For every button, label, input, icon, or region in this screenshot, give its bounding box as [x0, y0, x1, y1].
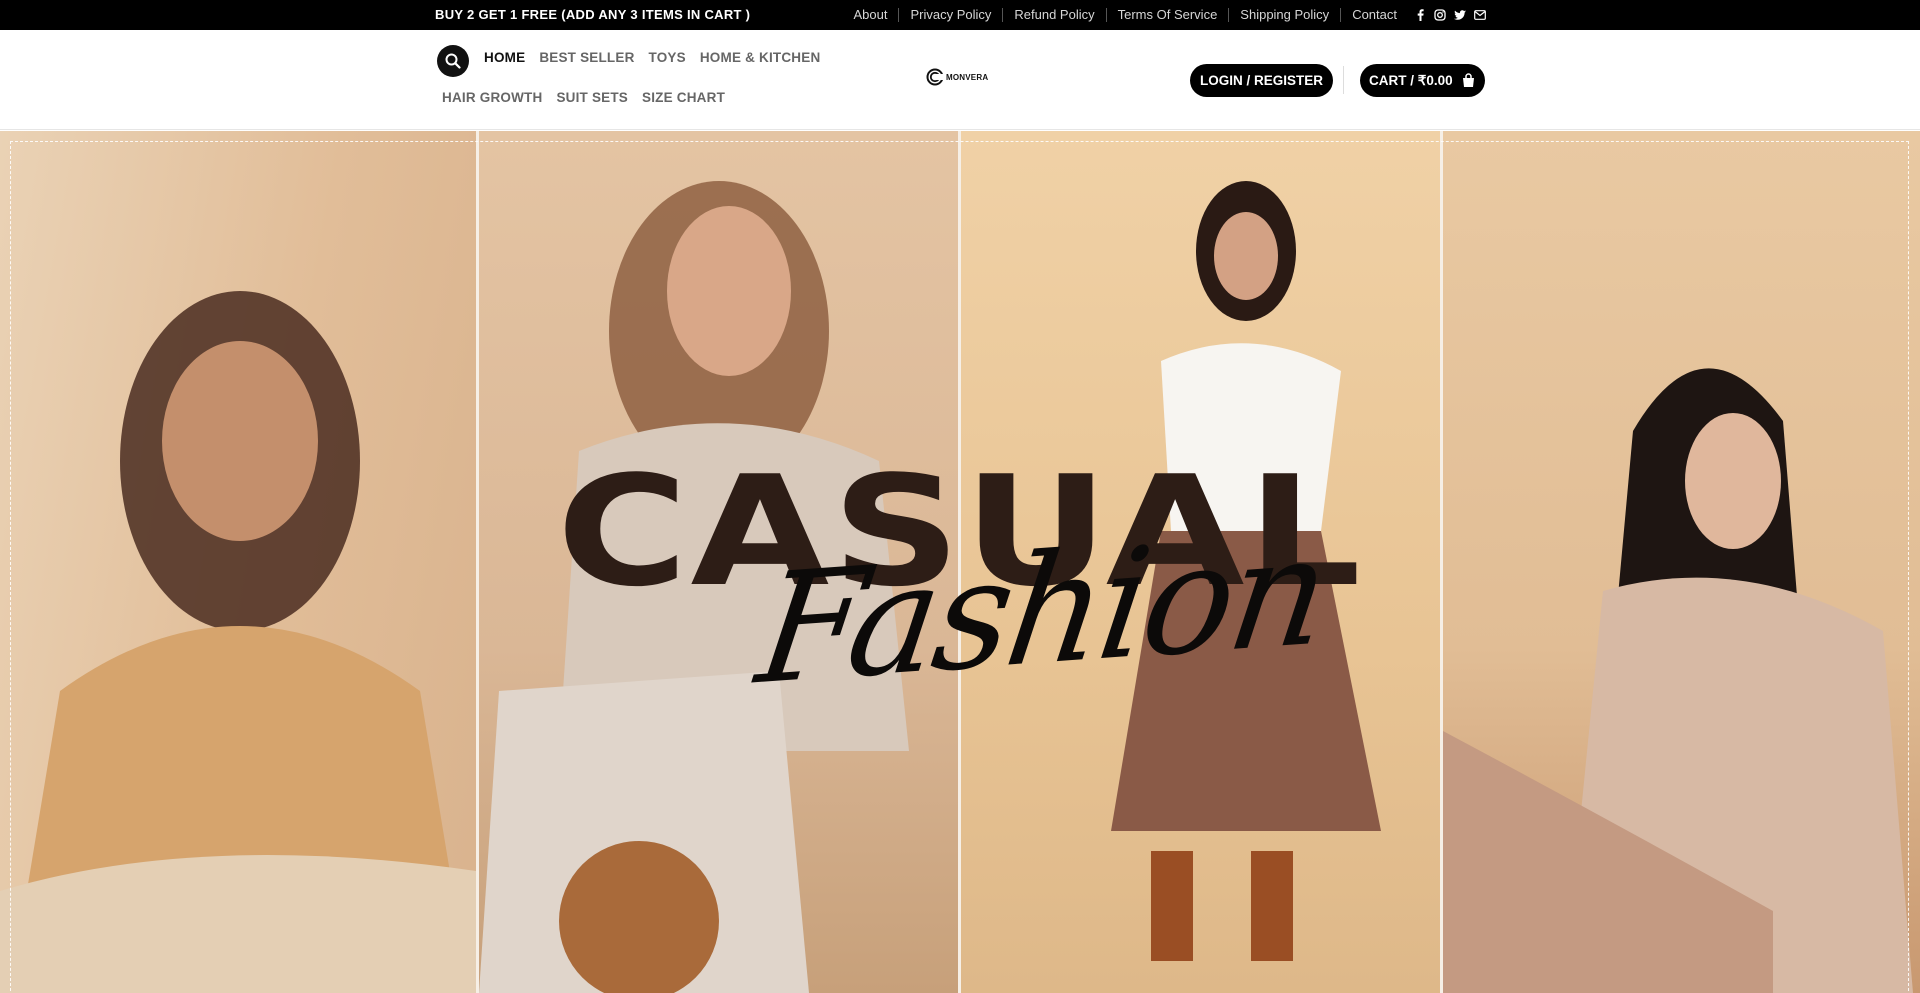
search-icon: [445, 53, 461, 69]
search-button[interactable]: [437, 45, 469, 77]
link-privacy-policy[interactable]: Privacy Policy: [898, 8, 1002, 22]
top-bar: BUY 2 GET 1 FREE (ADD ANY 3 ITEMS IN CAR…: [0, 0, 1920, 30]
main-header: HOME BEST SELLER TOYS HOME & KITCHEN HAI…: [0, 30, 1920, 130]
nav-item-home[interactable]: HOME: [484, 50, 525, 65]
nav-item-toys[interactable]: TOYS: [649, 50, 686, 65]
nav-item-size-chart[interactable]: SIZE CHART: [642, 90, 725, 105]
nav-item-suit-sets[interactable]: SUIT SETS: [556, 90, 628, 105]
nav-item-best-seller[interactable]: BEST SELLER: [539, 50, 634, 65]
cart-label: CART / ₹0.00: [1369, 73, 1453, 88]
hero-banner[interactable]: CASUAL Fashion: [0, 131, 1920, 993]
logo-text: MONVERA: [946, 72, 989, 82]
link-contact[interactable]: Contact: [1340, 8, 1408, 22]
promo-text: BUY 2 GET 1 FREE (ADD ANY 3 ITEMS IN CAR…: [435, 7, 751, 22]
logo-mark-icon: [926, 68, 944, 86]
instagram-icon[interactable]: [1434, 9, 1446, 21]
shopping-bag-icon: [1462, 73, 1474, 87]
nav-item-home-kitchen[interactable]: HOME & KITCHEN: [700, 50, 821, 65]
cart-button[interactable]: CART / ₹0.00: [1360, 64, 1485, 97]
facebook-icon[interactable]: [1414, 9, 1426, 21]
main-nav-row-2: HAIR GROWTH SUIT SETS SIZE CHART: [442, 90, 725, 105]
nav-item-hair-growth[interactable]: HAIR GROWTH: [442, 90, 542, 105]
site-logo[interactable]: MONVERA: [926, 68, 988, 86]
login-register-button[interactable]: LOGIN / REGISTER: [1190, 64, 1334, 97]
email-icon[interactable]: [1474, 9, 1486, 21]
link-refund-policy[interactable]: Refund Policy: [1002, 8, 1105, 22]
main-nav-row-1: HOME BEST SELLER TOYS HOME & KITCHEN: [484, 50, 820, 65]
link-shipping-policy[interactable]: Shipping Policy: [1228, 8, 1340, 22]
link-about[interactable]: About: [842, 8, 898, 22]
link-terms-of-service[interactable]: Terms Of Service: [1105, 8, 1229, 22]
hero-script-text: Fashion: [748, 503, 1336, 719]
social-links: [1414, 9, 1486, 21]
twitter-icon[interactable]: [1454, 9, 1466, 21]
top-links: About Privacy Policy Refund Policy Terms…: [842, 0, 1486, 30]
header-divider: [1343, 66, 1344, 94]
